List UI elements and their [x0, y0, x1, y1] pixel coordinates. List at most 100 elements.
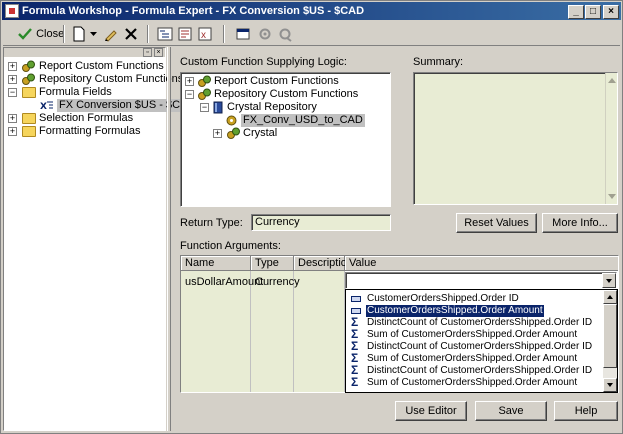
folder-icon: [22, 113, 36, 124]
cf-tree-item-report-custom-functions[interactable]: + Report Custom Functions: [185, 75, 390, 88]
cf-tree-item-fx-conv-usd-to-cad[interactable]: FX_Conv_USD_to_CAD: [185, 114, 390, 127]
check-button[interactable]: [257, 25, 273, 43]
dropdown-scrollbar[interactable]: [603, 290, 617, 392]
new-dropdown-arrow[interactable]: [90, 25, 97, 43]
list-item-text: DistinctCount of CustomerOrdersShipped.O…: [367, 365, 593, 376]
cf-tree-item-repository-custom-functions[interactable]: − Repository Custom Functions: [185, 88, 390, 101]
help-button[interactable]: Help: [554, 401, 618, 421]
column-header-name[interactable]: Name: [181, 256, 251, 271]
column-header-value[interactable]: Value: [345, 256, 618, 271]
list-item[interactable]: CustomerOrdersShipped.Order ID: [348, 293, 602, 305]
tree-item-label: FX_Conv_USD_to_CAD: [241, 114, 365, 127]
tree-item-formatting-formulas[interactable]: + Formatting Formulas: [8, 125, 165, 138]
argument-value-combo[interactable]: [345, 272, 617, 289]
field-icon: [351, 308, 361, 314]
expand-icon[interactable]: +: [8, 127, 17, 136]
summary-box[interactable]: [413, 72, 618, 205]
summary-label: Summary:: [413, 56, 464, 68]
rename-button[interactable]: [103, 25, 119, 43]
list-item[interactable]: Σ DistinctCount of CustomerOrdersShipped…: [348, 316, 602, 329]
return-type-label: Return Type:: [180, 217, 243, 229]
close-button[interactable]: Close: [17, 25, 64, 43]
collapse-icon[interactable]: −: [200, 103, 209, 112]
chevron-down-icon[interactable]: [602, 273, 616, 288]
new-document-icon: [73, 26, 85, 42]
close-button-label: Close: [36, 28, 65, 40]
folder-icon: [22, 87, 36, 98]
delete-button[interactable]: [123, 25, 139, 43]
tree-item-repository-custom-functions[interactable]: + Repository Custom Functions: [8, 73, 183, 86]
list-item[interactable]: Σ Sum of CustomerOrdersShipped.Order Amo…: [348, 328, 602, 341]
close-window-button[interactable]: ×: [603, 5, 619, 19]
tree-item-selection-formulas[interactable]: + Selection Formulas: [8, 112, 165, 125]
collapse-icon[interactable]: −: [185, 90, 194, 99]
expand-icon[interactable]: +: [213, 129, 222, 138]
tree-view-icon: [157, 27, 173, 41]
collapse-icon[interactable]: −: [8, 88, 17, 97]
column-header-description[interactable]: Description: [294, 256, 353, 271]
formula-editor-button[interactable]: x: [197, 25, 213, 43]
expand-icon[interactable]: +: [8, 62, 17, 71]
more-info-button[interactable]: More Info...: [542, 213, 618, 233]
gear-icon: [259, 28, 271, 40]
tree-item-label: Crystal Repository: [227, 101, 317, 113]
svg-text:x: x: [201, 30, 206, 41]
return-type-field: Currency: [251, 214, 391, 231]
scrollbar-thumb[interactable]: [603, 304, 617, 368]
list-item-text: Sum of CustomerOrdersShipped.Order Amoun…: [367, 353, 578, 364]
tree-item-fx-conversion[interactable]: X FX Conversion $US - $CAD: [8, 99, 198, 112]
expand-icon[interactable]: +: [8, 75, 17, 84]
workshop-tree-panel: ▫ × + Report Custom Functions + Reposito…: [3, 47, 198, 431]
expand-icon[interactable]: +: [8, 114, 17, 123]
minimize-button[interactable]: _: [568, 5, 584, 19]
cf-tree-item-crystal[interactable]: + Crystal: [185, 127, 390, 140]
tree-item-formula-fields[interactable]: − Formula Fields: [8, 86, 165, 99]
toggle-tree-button[interactable]: [157, 25, 173, 43]
option-button[interactable]: [235, 25, 251, 43]
column-header-type[interactable]: Type: [251, 256, 294, 271]
list-item[interactable]: Σ Sum of CustomerOrdersShipped.Order Amo…: [348, 376, 602, 389]
list-item[interactable]: CustomerOrdersShipped.Order Amount: [348, 305, 602, 317]
grid-header: Name Type Description Value: [181, 256, 618, 271]
close-icon[interactable]: ×: [154, 48, 163, 57]
formula-workshop-window: Formula Workshop - Formula Expert - FX C…: [0, 0, 623, 434]
reset-values-button[interactable]: Reset Values: [456, 213, 537, 233]
tree-item-report-custom-functions[interactable]: + Report Custom Functions: [8, 60, 165, 73]
summary-scrollbar[interactable]: [605, 73, 617, 204]
pin-icon[interactable]: ▫: [143, 48, 152, 57]
list-item[interactable]: Σ DistinctCount of CustomerOrdersShipped…: [348, 340, 602, 353]
list-item-text: DistinctCount of CustomerOrdersShipped.O…: [367, 341, 593, 352]
custom-function-tree: + Report Custom Functions − Repository C…: [180, 72, 391, 207]
use-editor-button[interactable]: Use Editor: [395, 401, 467, 421]
functions-icon: [198, 75, 211, 87]
custom-function-label: Custom Function Supplying Logic:: [180, 56, 347, 68]
title-bar: Formula Workshop - Formula Expert - FX C…: [2, 2, 621, 20]
chevron-down-icon: [90, 32, 97, 36]
functions-icon: [227, 127, 240, 139]
checkmark-icon: [18, 28, 32, 40]
list-item-text: CustomerOrdersShipped.Order ID: [367, 293, 519, 304]
list-item-text: DistinctCount of CustomerOrdersShipped.O…: [367, 317, 593, 328]
pane-splitter[interactable]: [167, 47, 171, 431]
toggle-properties-button[interactable]: [177, 25, 193, 43]
gear-icon: [279, 28, 292, 42]
list-item[interactable]: Σ DistinctCount of CustomerOrdersShipped…: [348, 364, 602, 377]
browse-button[interactable]: [277, 25, 293, 43]
list-item[interactable]: Σ Sum of CustomerOrdersShipped.Order Amo…: [348, 352, 602, 365]
scroll-up-icon[interactable]: [603, 290, 617, 304]
cf-tree-item-crystal-repository[interactable]: − Crystal Repository: [185, 101, 390, 114]
scroll-down-icon[interactable]: [603, 378, 617, 392]
new-button[interactable]: [71, 25, 87, 43]
window-title: Formula Workshop - Formula Expert - FX C…: [22, 5, 365, 17]
workshop-tree: + Report Custom Functions + Repository C…: [8, 60, 198, 138]
list-item-text: Sum of CustomerOrdersShipped.Order Amoun…: [367, 377, 578, 388]
save-button[interactable]: Save: [475, 401, 547, 421]
expand-icon[interactable]: +: [185, 77, 194, 86]
tree-item-label: Report Custom Functions: [214, 75, 339, 87]
formula-editor-icon: x: [198, 27, 212, 41]
database-icon: [213, 101, 223, 114]
toolbar: Close x: [3, 22, 620, 46]
value-dropdown-list[interactable]: CustomerOrdersShipped.Order ID CustomerO…: [345, 289, 618, 393]
toolbar-separator: [147, 25, 149, 43]
maximize-button[interactable]: □: [585, 5, 601, 19]
